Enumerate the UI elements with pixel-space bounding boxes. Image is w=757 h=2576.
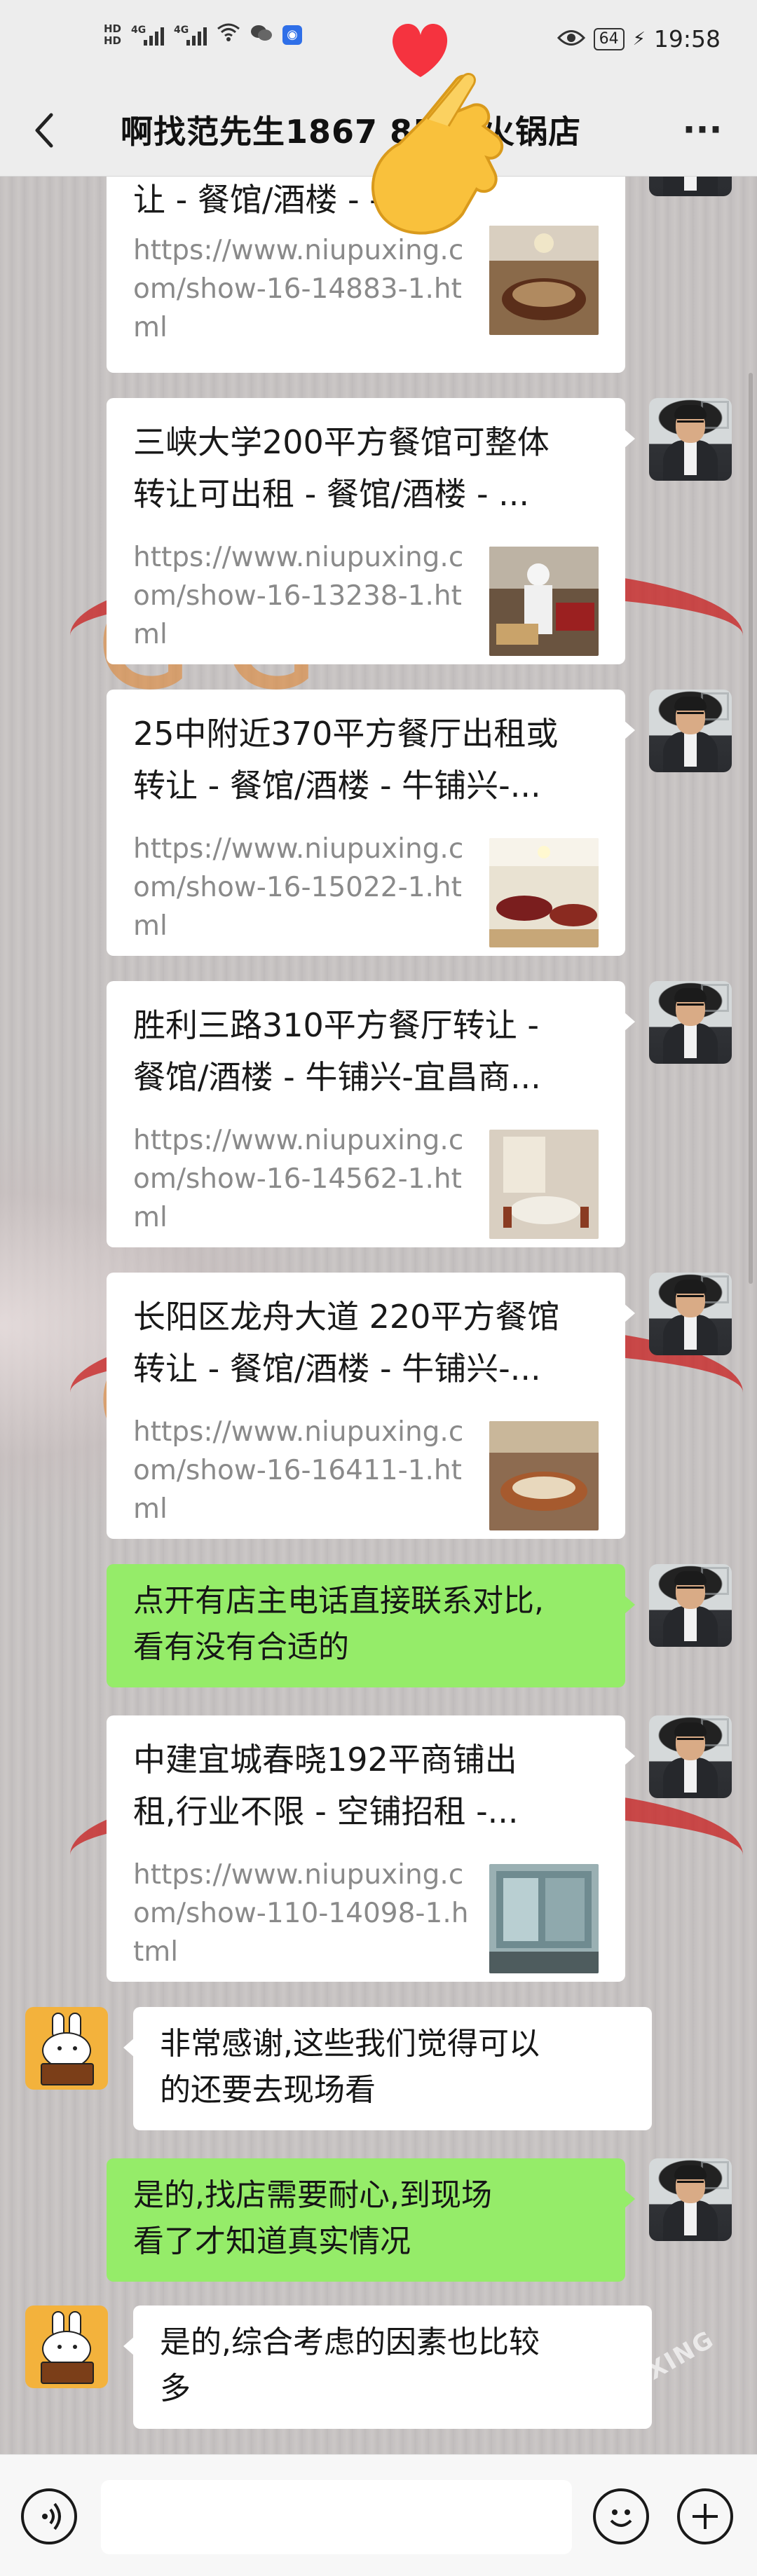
link-card-thumbnail <box>489 1864 599 1973</box>
link-card-title: 中建宜城春晓192平商铺出 租,行业不限 - 空铺招租 -... <box>133 1734 603 1837</box>
message-row: 长阳区龙舟大道 220平方餐馆 转让 - 餐馆/酒楼 - 牛铺兴-... htt… <box>0 1273 757 1539</box>
message-line: 点开有店主电话直接联系对比, <box>133 1583 544 1619</box>
message-line: 多 <box>160 2371 191 2406</box>
link-card-title-line: 租,行业不限 - 空铺招租 -... <box>133 1793 519 1830</box>
message-row: 25中附近370平方餐厅出租或 转让 - 餐馆/酒楼 - 牛铺兴-... htt… <box>0 690 757 956</box>
link-card[interactable]: 三峡大学200平方餐馆可整体 转让可出租 - 餐馆/酒楼 - ... https… <box>107 398 635 664</box>
message-line: 看了才知道真实情况 <box>133 2224 411 2259</box>
message-row: 非常感谢,这些我们觉得可以 的还要去现场看 <box>0 2007 757 2133</box>
message-input[interactable] <box>101 2480 572 2554</box>
avatar[interactable] <box>25 2306 108 2388</box>
message-text: 是的,找店需要耐心,到现场 看了才知道真实情况 <box>133 2172 600 2265</box>
heart-hand-emoji-icon <box>350 14 519 245</box>
hd-indicator: HD HD <box>104 23 121 47</box>
signal-icon: 4G <box>174 25 207 46</box>
message-text: 非常感谢,这些我们觉得可以 的还要去现场看 <box>160 2021 627 2113</box>
link-card-url: https://www.niupuxing.com/show-16-13238-… <box>133 542 464 650</box>
message-row: 中建宜城春晓192平商铺出 租,行业不限 - 空铺招租 -... https:/… <box>0 1715 757 1982</box>
link-card[interactable]: 长阳区龙舟大道 220平方餐馆 转让 - 餐馆/酒楼 - 牛铺兴-... htt… <box>107 1273 635 1539</box>
status-left-icons: HD HD 4G 4G ◉ <box>104 22 303 48</box>
message-line: 是的,综合考虑的因素也比较 <box>160 2324 540 2360</box>
avatar[interactable] <box>649 1715 732 1798</box>
message-line: 是的,找店需要耐心,到现场 <box>133 2177 492 2213</box>
input-bar <box>0 2454 757 2576</box>
link-card-title-line: 转让 - 餐馆/酒楼 - 牛铺兴-... <box>133 767 541 804</box>
avatar[interactable] <box>649 1564 732 1647</box>
message-row: 是的,找店需要耐心,到现场 看了才知道真实情况 <box>0 2158 757 2284</box>
link-card-url: https://www.niupuxing.com/show-16-16411-… <box>133 1416 464 1525</box>
link-card-thumbnail <box>489 1421 599 1530</box>
link-card-title-line: 三峡大学200平方餐馆可整体 <box>133 423 550 461</box>
link-card-title: 长阳区龙舟大道 220平方餐馆 转让 - 餐馆/酒楼 - 牛铺兴-... <box>133 1291 603 1395</box>
message-row: 三峡大学200平方餐馆可整体 转让可出租 - 餐馆/酒楼 - ... https… <box>0 398 757 664</box>
message-text: 点开有店主电话直接联系对比, 看有没有合适的 <box>133 1578 600 1671</box>
link-card-title-line: 长阳区龙舟大道 220平方餐馆 <box>133 1298 560 1336</box>
wifi-icon <box>217 22 240 48</box>
voice-icon[interactable] <box>21 2488 77 2544</box>
signal-icon: 4G <box>131 25 165 46</box>
emoji-icon[interactable] <box>593 2488 649 2544</box>
link-card-title-line: 胜利三路310平方餐厅转让 - <box>133 1006 540 1044</box>
link-card-title-line: 转让可出租 - 餐馆/酒楼 - ... <box>133 475 530 513</box>
link-card[interactable]: 中建宜城春晓192平商铺出 租,行业不限 - 空铺招租 -... https:/… <box>107 1715 635 1982</box>
link-card[interactable]: 25中附近370平方餐厅出租或 转让 - 餐馆/酒楼 - 牛铺兴-... htt… <box>107 690 635 956</box>
back-arrow-icon[interactable] <box>20 109 69 158</box>
status-right-icons: 64 ⚡ 19:58 <box>557 25 721 53</box>
message-row: 胜利三路310平方餐厅转让 - 餐馆/酒楼 - 牛铺兴-宜昌商... https… <box>0 981 757 1247</box>
message-line: 看有没有合适的 <box>133 1629 349 1665</box>
hd-label: HD <box>104 34 122 47</box>
message-line: 的还要去现场看 <box>160 2072 376 2108</box>
link-card-thumbnail <box>489 1130 599 1239</box>
link-card-url: https://www.niupuxing.com/show-16-14883-… <box>133 235 464 343</box>
link-card-url: https://www.niupuxing.com/show-110-14098… <box>133 1859 469 1968</box>
wechat-icon <box>250 23 273 48</box>
avatar[interactable] <box>649 398 732 481</box>
text-message[interactable]: 是的,找店需要耐心,到现场 看了才知道真实情况 <box>107 2158 635 2282</box>
battery-level: 64 <box>599 29 619 48</box>
network-type-label: 4G <box>131 25 146 36</box>
message-row: 点开有店主电话直接联系对比, 看有没有合适的 <box>0 1564 757 1690</box>
clock: 19:58 <box>653 25 721 53</box>
avatar[interactable] <box>649 2158 732 2241</box>
link-card-title: 25中附近370平方餐厅出租或 转让 - 餐馆/酒楼 - 牛铺兴-... <box>133 708 603 811</box>
link-card-title: 胜利三路310平方餐厅转让 - 餐馆/酒楼 - 牛铺兴-宜昌商... <box>133 999 603 1103</box>
avatar[interactable] <box>649 981 732 1064</box>
avatar[interactable] <box>649 690 732 772</box>
message-text: 是的,综合考虑的因素也比较 多 <box>160 2320 627 2412</box>
text-message[interactable]: 点开有店主电话直接联系对比, 看有没有合适的 <box>107 1564 635 1687</box>
link-card-thumbnail <box>489 838 599 947</box>
eye-icon <box>557 25 585 53</box>
link-card-title: 三峡大学200平方餐馆可整体 转让可出租 - 餐馆/酒楼 - ... <box>133 416 603 520</box>
message-line: 非常感谢,这些我们觉得可以 <box>160 2026 540 2062</box>
link-card[interactable]: 胜利三路310平方餐厅转让 - 餐馆/酒楼 - 牛铺兴-宜昌商... https… <box>107 981 635 1247</box>
link-card-title-line: 25中附近370平方餐厅出租或 <box>133 715 559 753</box>
app-notification-icon: ◉ <box>282 25 303 45</box>
hd-label: HD <box>104 22 122 35</box>
link-card-title-line: 中建宜城春晓192平商铺出 <box>133 1741 517 1779</box>
link-card-url: https://www.niupuxing.com/show-16-15022-… <box>133 833 464 942</box>
link-card-title-line: 转让 - 餐馆/酒楼 - 牛铺兴-... <box>133 1350 541 1388</box>
battery-icon: 64 <box>593 27 625 50</box>
link-card-title-line: 餐馆/酒楼 - 牛铺兴-宜昌商... <box>133 1058 541 1096</box>
text-message[interactable]: 是的,综合考虑的因素也比较 多 <box>123 2306 652 2429</box>
more-dots-icon[interactable]: ··· <box>674 109 730 158</box>
text-message[interactable]: 非常感谢,这些我们觉得可以 的还要去现场看 <box>123 2007 652 2130</box>
network-type-label: 4G <box>174 25 189 36</box>
avatar[interactable] <box>649 1273 732 1355</box>
avatar[interactable] <box>25 2007 108 2090</box>
link-card-url: https://www.niupuxing.com/show-16-14562-… <box>133 1125 464 1233</box>
plus-icon[interactable] <box>677 2488 733 2544</box>
link-card-thumbnail <box>489 547 599 656</box>
charging-icon: ⚡ <box>632 28 646 50</box>
